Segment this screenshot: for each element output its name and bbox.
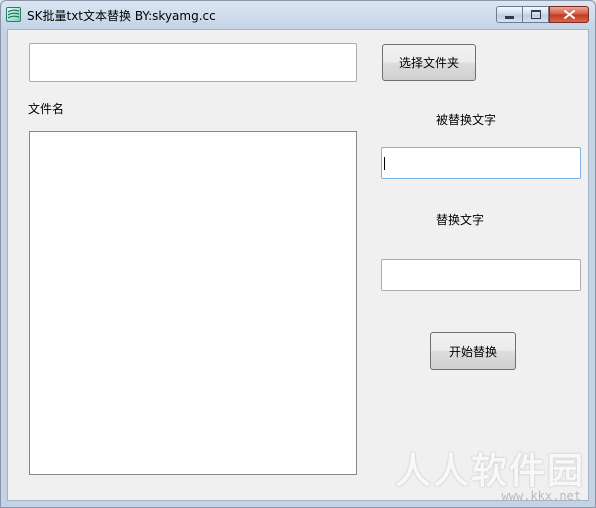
app-window: SK批量txt文本替换 BY:skyamg.cc 选择文件夹 文件名 被替换文字 — [0, 0, 596, 508]
start-replace-button-label: 开始替换 — [448, 344, 497, 359]
close-icon — [563, 10, 575, 19]
client-area: 选择文件夹 文件名 被替换文字 替换文字 开始替换 — [7, 29, 589, 501]
title-bar[interactable]: SK批量txt文本替换 BY:skyamg.cc — [1, 1, 595, 29]
select-folder-button[interactable]: 选择文件夹 — [382, 44, 476, 81]
find-text-input[interactable] — [381, 147, 581, 179]
window-title: SK批量txt文本替换 BY:skyamg.cc — [27, 9, 216, 23]
maximize-icon — [530, 10, 541, 19]
file-list[interactable] — [29, 131, 357, 475]
file-list-label: 文件名 — [28, 102, 65, 116]
close-button[interactable] — [549, 6, 589, 23]
start-replace-button[interactable]: 开始替换 — [430, 332, 516, 370]
find-text-label: 被替换文字 — [436, 113, 497, 127]
minimize-button[interactable] — [496, 6, 523, 23]
folder-path-input[interactable] — [29, 43, 357, 82]
minimize-icon — [505, 16, 514, 19]
replace-text-input[interactable] — [381, 259, 581, 291]
text-caret — [384, 157, 385, 170]
select-folder-button-label: 选择文件夹 — [398, 56, 459, 70]
replace-text-label: 替换文字 — [436, 213, 485, 227]
maximize-button[interactable] — [523, 6, 549, 23]
app-icon — [6, 7, 21, 22]
